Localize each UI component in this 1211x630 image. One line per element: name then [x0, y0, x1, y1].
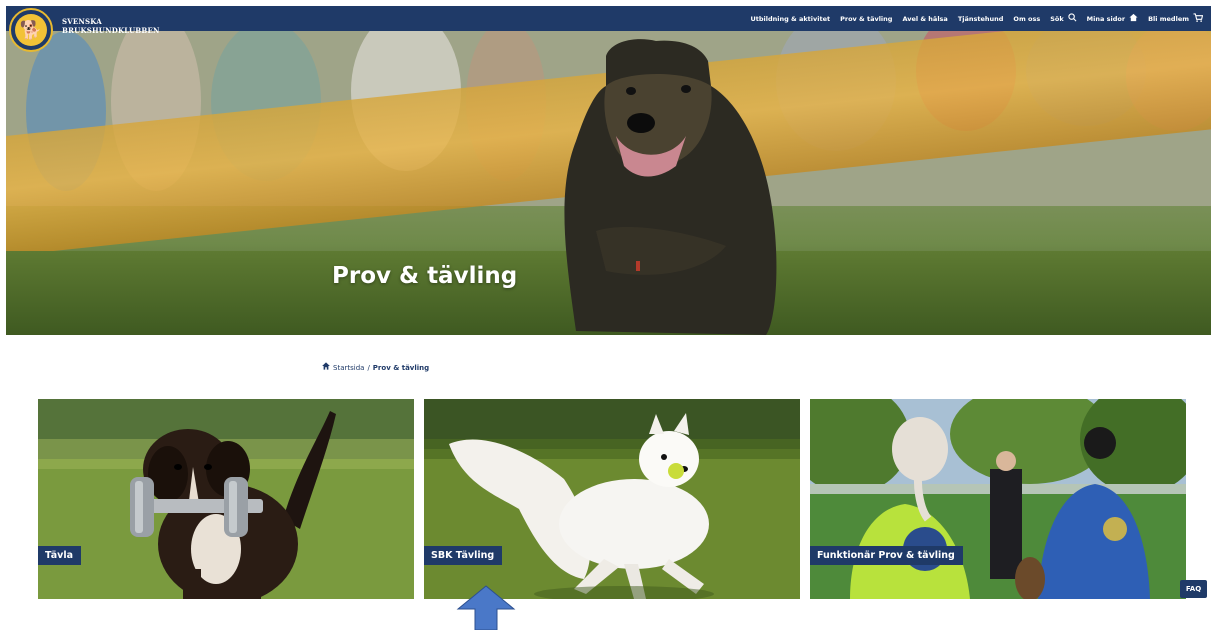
hero-dog-image	[564, 39, 777, 335]
nav-search[interactable]: Sök	[1050, 12, 1077, 25]
card-label: Funktionär Prov & tävling	[810, 546, 963, 565]
nav-label: Prov & tävling	[840, 14, 893, 23]
nav-bli-medlem[interactable]: Bli medlem	[1148, 12, 1204, 25]
nav-tjanstehund[interactable]: Tjänstehund	[958, 15, 1004, 23]
brand-line-2: BRUKSHUNDKLUBBEN	[62, 26, 160, 35]
faq-button[interactable]: FAQ	[1180, 580, 1207, 598]
dog-head-icon: 🐕	[15, 14, 47, 46]
up-arrow-annotation	[456, 585, 516, 630]
breadcrumb-home-link[interactable]: Startsida	[333, 364, 364, 372]
nav-om-oss[interactable]: Om oss	[1013, 15, 1040, 23]
card-tavla-image	[38, 399, 414, 599]
nav-label: Avel & hälsa	[902, 14, 948, 23]
card-funktionar[interactable]: Funktionär Prov & tävling	[810, 399, 1186, 599]
nav-prov-tavling[interactable]: Prov & tävling	[840, 15, 892, 23]
nav-label: Mina sidor	[1086, 14, 1126, 23]
brand-name: SVENSKA BRUKSHUNDKLUBBEN	[62, 17, 160, 35]
nav-utbildning[interactable]: Utbildning & aktivitet	[750, 15, 830, 23]
card-label: Tävla	[38, 546, 81, 565]
card-funktionar-image	[810, 399, 1186, 599]
breadcrumb-current: Prov & tävling	[372, 363, 430, 372]
card-label: SBK Tävling	[424, 546, 503, 565]
cart-icon	[1193, 12, 1204, 25]
site-logo[interactable]: 🐕 SVENSKA BRUKSHUNDKLUBBEN	[6, 6, 166, 52]
nav-avel-halsa[interactable]: Avel & hälsa	[902, 15, 947, 23]
breadcrumb: Startsida / Prov & tävling	[322, 362, 429, 373]
brand-line-1: SVENSKA	[62, 17, 102, 26]
home-icon	[1129, 13, 1138, 25]
card-sbk-tavling[interactable]: SBK Tävling	[424, 399, 800, 599]
hero-banner: Prov & tävling	[6, 31, 1211, 335]
breadcrumb-separator: /	[367, 363, 370, 372]
nav-label: Sök	[1050, 14, 1064, 23]
nav-label: Utbildning & aktivitet	[750, 14, 831, 23]
card-sbk-tavling-image	[424, 399, 800, 599]
main-nav: Utbildning & aktivitet Prov & tävling Av…	[750, 6, 1204, 31]
nav-label: Om oss	[1013, 14, 1041, 23]
nav-mina-sidor[interactable]: Mina sidor	[1087, 13, 1138, 25]
nav-label: Tjänstehund	[957, 14, 1004, 23]
nav-label: Bli medlem	[1148, 14, 1189, 23]
home-icon[interactable]	[322, 362, 330, 373]
club-emblem-icon: 🐕	[9, 8, 53, 52]
page-title: Prov & tävling	[332, 263, 518, 289]
card-tavla[interactable]: Tävla	[38, 399, 414, 599]
search-icon	[1068, 12, 1077, 25]
